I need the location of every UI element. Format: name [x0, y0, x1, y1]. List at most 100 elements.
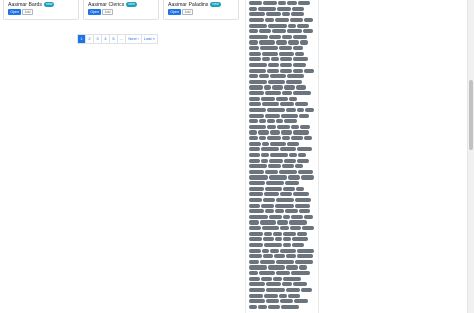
tag-chip[interactable]	[279, 169, 297, 174]
tag-chip[interactable]	[261, 152, 269, 158]
tag-chip[interactable]	[295, 51, 304, 56]
tag-chip[interactable]	[299, 113, 309, 118]
tag-chip[interactable]	[275, 237, 282, 242]
tag-chip[interactable]	[280, 226, 289, 231]
tag-chip[interactable]	[261, 147, 279, 152]
card-title-text[interactable]: Aasimar Paladins	[168, 2, 208, 8]
tag-chip[interactable]	[268, 79, 285, 84]
tag-chip[interactable]	[299, 209, 310, 214]
tag-chip[interactable]	[304, 214, 313, 219]
tag-chip[interactable]	[293, 62, 306, 68]
tag-chip[interactable]	[291, 136, 303, 141]
tag-chip[interactable]	[267, 124, 276, 129]
tag-chip[interactable]	[264, 85, 271, 90]
tag-chip[interactable]	[270, 74, 286, 79]
page-link-2[interactable]: 2	[86, 35, 94, 43]
tag-chip[interactable]	[249, 192, 263, 197]
tag-chip[interactable]	[295, 102, 308, 107]
tag-chip[interactable]	[286, 79, 302, 84]
tag-chip[interactable]	[283, 237, 291, 242]
tag-chip[interactable]	[303, 29, 313, 34]
page-link-3[interactable]: 3	[94, 35, 102, 43]
tag-chip[interactable]	[293, 68, 303, 73]
tag-chip[interactable]	[263, 197, 275, 203]
tag-chip[interactable]	[249, 40, 258, 45]
tag-chip[interactable]	[264, 242, 282, 248]
tag-chip[interactable]	[297, 147, 312, 152]
tag-chip[interactable]	[269, 175, 287, 180]
tag-chip[interactable]	[269, 158, 283, 163]
tag-chip[interactable]	[284, 85, 295, 90]
tag-chip[interactable]	[283, 242, 291, 248]
tag-chip[interactable]	[286, 107, 296, 113]
tag-chip[interactable]	[304, 68, 314, 73]
tag-chip[interactable]	[259, 136, 266, 141]
tag-chip[interactable]	[284, 119, 297, 124]
tag-chip[interactable]	[259, 40, 275, 45]
tag-chip[interactable]	[298, 1, 310, 6]
tag-chip[interactable]	[297, 231, 307, 236]
tag-chip[interactable]	[249, 237, 262, 242]
tag-chip[interactable]	[249, 197, 262, 203]
tag-chip[interactable]	[297, 107, 304, 113]
tag-chip[interactable]	[262, 248, 269, 253]
tag-chip[interactable]	[266, 299, 279, 304]
tag-chip[interactable]	[275, 203, 294, 208]
tag-chip[interactable]	[297, 248, 314, 253]
tag-chip[interactable]	[270, 141, 286, 146]
tag-chip[interactable]	[270, 152, 288, 158]
tag-chip[interactable]	[290, 17, 303, 23]
tag-chip[interactable]	[264, 293, 278, 298]
open-button[interactable]: Open	[88, 9, 101, 15]
tag-chip[interactable]	[262, 57, 270, 62]
tag-chip[interactable]	[280, 68, 292, 73]
tag-chip[interactable]	[270, 248, 279, 253]
tag-chip[interactable]	[249, 6, 257, 11]
tag-chip[interactable]	[249, 130, 257, 135]
tag-chip[interactable]	[293, 282, 307, 287]
tag-chip[interactable]	[261, 96, 275, 101]
tag-chip[interactable]	[249, 152, 260, 158]
tag-chip[interactable]	[265, 113, 280, 118]
tag-chip[interactable]	[292, 242, 304, 248]
tag-chip[interactable]	[293, 130, 309, 135]
tag-chip[interactable]	[267, 107, 285, 113]
tag-chip[interactable]	[283, 186, 295, 191]
tag-chip[interactable]	[275, 17, 289, 23]
tag-chip[interactable]	[268, 164, 281, 169]
tag-chip[interactable]	[282, 12, 290, 17]
tag-chip[interactable]	[266, 12, 281, 17]
tag-chip[interactable]	[249, 203, 260, 208]
tag-chip[interactable]	[269, 34, 281, 39]
tag-chip[interactable]	[249, 68, 266, 73]
tag-chip[interactable]	[249, 113, 264, 118]
scrollbar-thumb[interactable]	[469, 80, 473, 150]
page-link-4[interactable]: 4	[102, 35, 110, 43]
tag-chip[interactable]	[249, 57, 261, 62]
tag-chip[interactable]	[285, 209, 298, 214]
tag-chip[interactable]	[266, 287, 285, 293]
tag-chip[interactable]	[249, 79, 267, 84]
tag-chip[interactable]	[249, 209, 264, 214]
tag-chip[interactable]	[300, 40, 308, 45]
tag-chip[interactable]	[281, 304, 299, 309]
tag-chip[interactable]	[279, 46, 292, 51]
tag-chip[interactable]	[296, 186, 304, 191]
tag-chip[interactable]	[280, 248, 296, 253]
tag-chip[interactable]	[249, 299, 265, 304]
tag-chip[interactable]	[283, 214, 290, 219]
tag-chip[interactable]	[262, 141, 269, 146]
tag-chip[interactable]	[288, 175, 300, 180]
tag-chip[interactable]	[296, 85, 306, 90]
tag-chip[interactable]	[293, 192, 309, 197]
tag-chip[interactable]	[276, 271, 290, 276]
tag-chip[interactable]	[260, 220, 276, 225]
tag-chip[interactable]	[249, 231, 263, 236]
tag-chip[interactable]	[249, 282, 265, 287]
tag-chip[interactable]	[282, 91, 292, 96]
tag-chip[interactable]	[302, 226, 314, 231]
tag-chip[interactable]	[298, 169, 313, 174]
tag-chip[interactable]	[297, 23, 309, 28]
tag-chip[interactable]	[295, 164, 303, 169]
tag-chip[interactable]	[249, 29, 258, 34]
